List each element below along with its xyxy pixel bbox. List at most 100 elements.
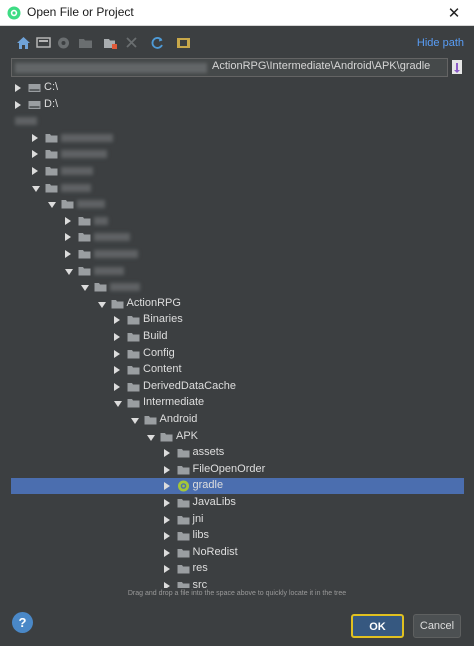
tree-row[interactable] bbox=[11, 146, 464, 162]
tree-row[interactable] bbox=[11, 130, 464, 146]
desktop-icon[interactable] bbox=[36, 36, 51, 50]
expand-arrow-icon[interactable] bbox=[64, 233, 71, 242]
expand-arrow-icon[interactable] bbox=[114, 366, 120, 375]
ok-button[interactable]: OK bbox=[351, 614, 404, 638]
new-folder-icon[interactable] bbox=[103, 36, 118, 50]
path-field[interactable]: ActionRPG\Intermediate\Android\APK\gradl… bbox=[11, 58, 448, 77]
file-tree[interactable]: C:\ D:\ ActionRPG Binaries Build Config Conten… bbox=[11, 80, 464, 588]
folder-icon bbox=[144, 416, 156, 425]
close-button[interactable]: ✕ bbox=[434, 0, 474, 26]
expand-arrow-icon[interactable] bbox=[64, 216, 71, 225]
collapse-arrow-icon[interactable] bbox=[147, 434, 155, 441]
tree-row[interactable]: DerivedDataCache bbox=[11, 379, 464, 395]
folder-icon bbox=[177, 582, 189, 588]
tree-row[interactable] bbox=[11, 180, 464, 196]
refresh-icon[interactable] bbox=[150, 36, 165, 50]
expand-arrow-icon[interactable] bbox=[15, 84, 21, 92]
tree-row[interactable]: jni bbox=[11, 512, 464, 528]
expand-arrow-icon[interactable] bbox=[163, 465, 170, 474]
expand-arrow-icon[interactable] bbox=[114, 333, 120, 341]
tree-row[interactable]: Android bbox=[11, 412, 464, 428]
folder-icon bbox=[127, 316, 140, 325]
expand-arrow-icon[interactable] bbox=[163, 582, 170, 588]
tree-row[interactable]: JavaLibs bbox=[11, 495, 464, 511]
tree-row[interactable] bbox=[11, 213, 464, 229]
expand-arrow-icon[interactable] bbox=[31, 133, 38, 142]
expand-arrow-icon[interactable] bbox=[163, 482, 170, 491]
tree-row[interactable]: Content bbox=[11, 362, 464, 378]
collapse-arrow-icon[interactable] bbox=[31, 185, 40, 192]
tree-row[interactable]: FileOpenOrder bbox=[11, 462, 464, 478]
folder-icon bbox=[45, 150, 57, 159]
path-history-icon[interactable] bbox=[450, 59, 464, 76]
redacted-label bbox=[93, 216, 108, 225]
project-folder-icon[interactable] bbox=[78, 36, 93, 50]
folder-icon bbox=[127, 399, 140, 408]
collapse-arrow-icon[interactable] bbox=[114, 401, 122, 408]
folder-icon bbox=[127, 333, 140, 342]
home-icon[interactable] bbox=[16, 36, 31, 50]
collapse-arrow-icon[interactable] bbox=[64, 268, 73, 275]
collapse-arrow-icon[interactable] bbox=[130, 418, 139, 424]
delete-icon[interactable] bbox=[124, 36, 139, 50]
folder-icon bbox=[177, 449, 189, 458]
tree-row[interactable]: APK bbox=[11, 429, 464, 445]
tree-row[interactable]: Build bbox=[11, 329, 464, 345]
folder-icon bbox=[78, 233, 90, 242]
expand-arrow-icon[interactable] bbox=[163, 532, 170, 541]
tree-row[interactable]: ActionRPG bbox=[11, 296, 464, 312]
expand-arrow-icon[interactable] bbox=[114, 382, 120, 391]
expand-arrow-icon[interactable] bbox=[163, 515, 170, 524]
android-studio-icon bbox=[7, 6, 21, 20]
tree-row[interactable] bbox=[11, 279, 464, 295]
android-icon[interactable] bbox=[56, 36, 71, 50]
toolbar: Hide path bbox=[0, 28, 474, 58]
collapse-arrow-icon[interactable] bbox=[48, 202, 56, 209]
tree-row[interactable]: D:\ bbox=[11, 97, 464, 113]
redacted-label bbox=[60, 133, 113, 142]
expand-arrow-icon[interactable] bbox=[163, 449, 170, 458]
tree-row[interactable] bbox=[11, 263, 464, 279]
tree-row[interactable]: Config bbox=[11, 346, 464, 362]
collapse-arrow-icon[interactable] bbox=[97, 301, 106, 308]
expand-arrow-icon[interactable] bbox=[64, 250, 71, 258]
expand-arrow-icon[interactable] bbox=[114, 316, 120, 325]
tree-row[interactable] bbox=[11, 246, 464, 262]
tree-row[interactable]: libs bbox=[11, 528, 464, 544]
expand-arrow-icon[interactable] bbox=[163, 565, 170, 574]
tree-row-label: JavaLibs bbox=[192, 496, 236, 508]
cancel-button[interactable]: Cancel bbox=[413, 614, 461, 638]
tree-row[interactable] bbox=[11, 196, 464, 212]
tree-row[interactable] bbox=[11, 163, 464, 179]
folder-icon bbox=[78, 216, 90, 226]
tree-row[interactable] bbox=[11, 113, 464, 129]
tree-row-label: Intermediate bbox=[143, 396, 205, 409]
drive-icon bbox=[28, 100, 41, 109]
folder-icon bbox=[127, 366, 140, 375]
tree-row[interactable]: assets bbox=[11, 445, 464, 461]
expand-arrow-icon[interactable] bbox=[163, 548, 170, 557]
expand-arrow-icon[interactable] bbox=[114, 349, 120, 358]
folder-icon bbox=[78, 266, 90, 276]
tree-row[interactable]: gradle bbox=[11, 478, 464, 495]
folder-icon bbox=[127, 349, 140, 359]
tree-row[interactable]: NoRedist bbox=[11, 545, 464, 561]
tree-row[interactable]: src bbox=[11, 578, 464, 588]
android-project-icon bbox=[177, 480, 189, 492]
expand-arrow-icon[interactable] bbox=[163, 499, 170, 507]
tree-row[interactable]: C:\ bbox=[11, 80, 464, 96]
tree-row[interactable]: res bbox=[11, 561, 464, 577]
expand-arrow-icon[interactable] bbox=[31, 167, 38, 175]
tree-row[interactable]: Intermediate bbox=[11, 395, 464, 411]
title-bar: Open File or Project ✕ bbox=[0, 0, 474, 26]
expand-arrow-icon[interactable] bbox=[15, 100, 21, 109]
tree-row[interactable]: Binaries bbox=[11, 312, 464, 328]
collapse-arrow-icon[interactable] bbox=[81, 285, 89, 292]
show-hidden-icon[interactable] bbox=[176, 36, 191, 50]
tree-row[interactable] bbox=[11, 229, 464, 245]
redacted-label bbox=[93, 250, 138, 258]
help-button[interactable]: ? bbox=[12, 612, 33, 633]
hide-path-link[interactable]: Hide path bbox=[417, 37, 464, 49]
expand-arrow-icon[interactable] bbox=[31, 150, 38, 159]
folder-icon bbox=[177, 532, 189, 541]
